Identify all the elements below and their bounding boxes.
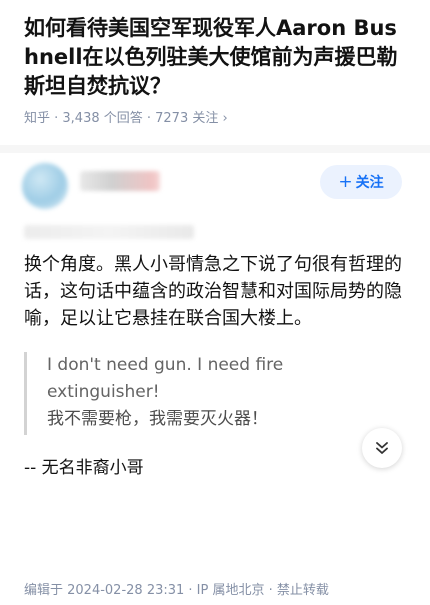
author-row: + 关注 bbox=[0, 153, 430, 217]
blockquote: I don't need gun. I need fire extinguish… bbox=[24, 352, 406, 435]
plus-icon: + bbox=[338, 172, 353, 192]
question-header: 如何看待美国空军现役军人Aaron Bushnell在以色列驻美大使馆前为声援巴… bbox=[0, 0, 430, 129]
answer-signoff: -- 无名非裔小哥 bbox=[24, 458, 144, 478]
avatar[interactable] bbox=[22, 163, 68, 209]
follow-label: 关注 bbox=[355, 175, 384, 191]
answer-paragraph: 换个角度。黑人小哥情急之下说了句很有哲理的话，这句话中蕴含的政治智慧和对国际局势… bbox=[24, 254, 402, 329]
author-name-blurred[interactable] bbox=[80, 171, 160, 191]
question-title[interactable]: 如何看待美国空军现役军人Aaron Bushnell在以色列驻美大使馆前为声援巴… bbox=[24, 14, 406, 101]
double-chevron-down-icon bbox=[376, 442, 388, 454]
answer-footer-meta: 编辑于 2024-02-28 23:31 · IP 属地北京 · 禁止转载 bbox=[24, 583, 329, 598]
author-bio-blurred bbox=[24, 225, 194, 239]
section-divider bbox=[0, 145, 430, 153]
quote-english: I don't need gun. I need fire extinguish… bbox=[47, 355, 284, 402]
quote-chinese: 我不需要枪，我需要灭火器！ bbox=[47, 409, 268, 429]
question-meta[interactable]: 知乎 · 3,438 个回答 · 7273 关注 › bbox=[24, 109, 406, 129]
follow-button[interactable]: + 关注 bbox=[320, 165, 402, 199]
collapse-button[interactable] bbox=[362, 428, 402, 468]
